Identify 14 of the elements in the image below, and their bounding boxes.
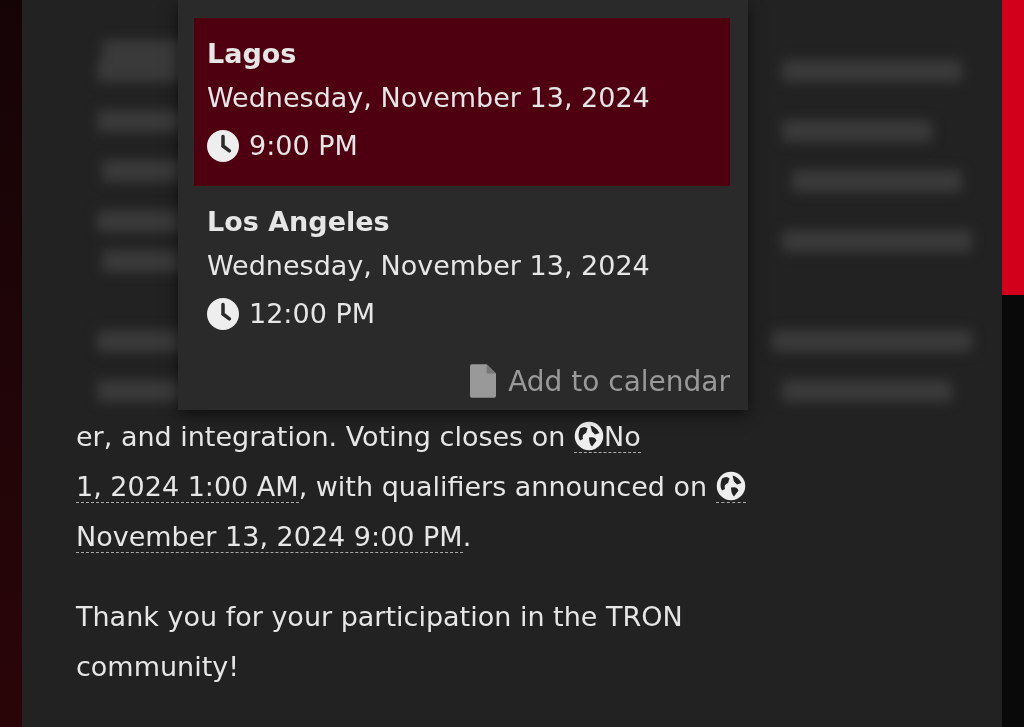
date-link[interactable]: No	[573, 421, 641, 453]
date-link[interactable]: November 13, 2024 9:00 PM	[76, 521, 463, 553]
globe-icon	[573, 421, 604, 451]
timezone-option[interactable]: Los Angeles Wednesday, November 13, 2024 12:00 PM	[194, 186, 730, 354]
post-paragraph: er, and integration. Voting closes on No 1, 2024 1:00 AM, with qualifiers announced on November 13, 2024 9:00 PM.	[76, 412, 946, 562]
add-to-calendar-button[interactable]: Add to calendar	[470, 364, 730, 398]
file-icon	[470, 364, 497, 398]
post-paragraph: Thank you for your participation in the TRON community!	[76, 600, 684, 684]
date-link[interactable]: 1, 2024 1:00 AM	[76, 471, 299, 503]
clock-icon	[207, 130, 239, 162]
timezone-option[interactable]: Lagos Wednesday, November 13, 2024 9:00 PM	[194, 18, 730, 186]
clock-icon	[207, 298, 239, 330]
date-link[interactable]	[715, 471, 746, 503]
globe-icon	[715, 471, 746, 501]
